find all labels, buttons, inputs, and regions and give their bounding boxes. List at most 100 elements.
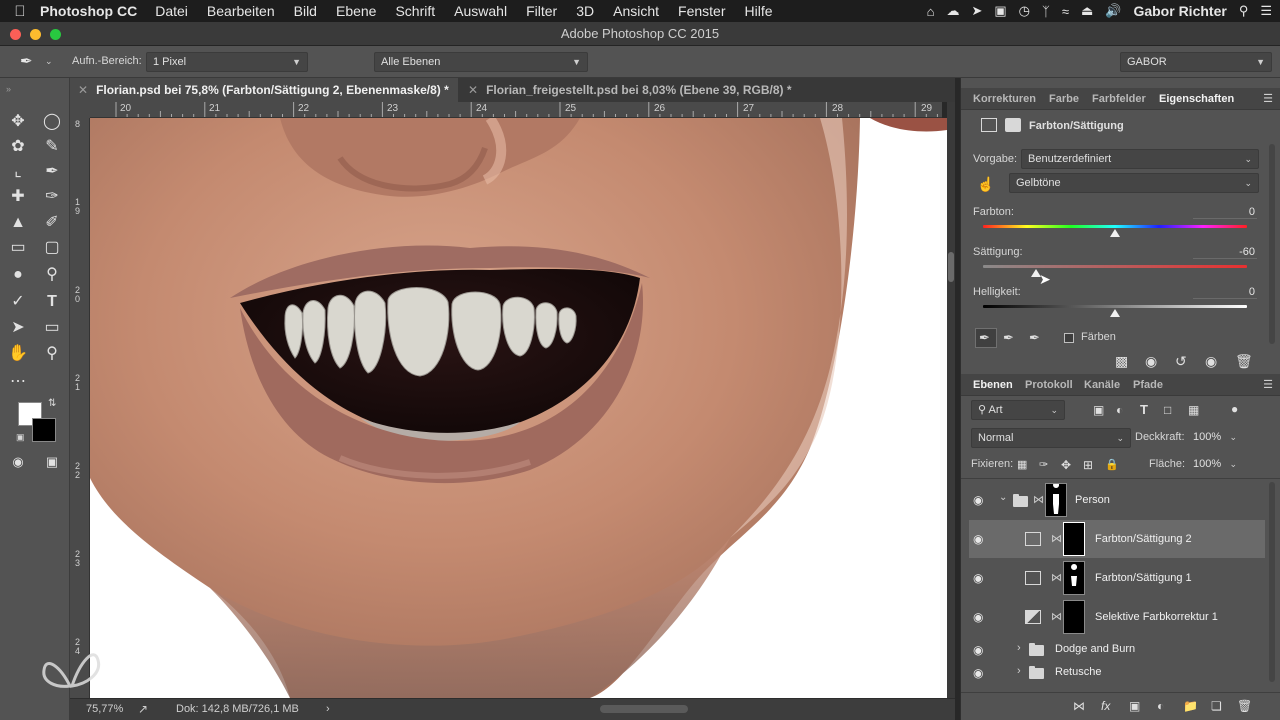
minimize-window-button[interactable]	[30, 29, 41, 40]
document-canvas[interactable]	[90, 118, 947, 698]
time-machine-icon[interactable]: ◷	[1019, 3, 1030, 19]
menu-ebene[interactable]: Ebene	[336, 3, 376, 19]
gradient-tool-icon[interactable]: ▢	[40, 236, 64, 260]
link-icon[interactable]: ⋈	[1033, 493, 1044, 506]
lasso-tool-icon[interactable]: ✿	[6, 135, 30, 159]
filter-shape-layers-icon[interactable]: □	[1164, 401, 1171, 419]
new-layer-icon[interactable]: ❏	[1211, 697, 1222, 715]
chevron-down-icon[interactable]: ⌄	[45, 56, 53, 67]
saturation-value[interactable]: -60	[1193, 246, 1257, 259]
apple-icon[interactable]: 	[0, 3, 40, 20]
menu-auswahl[interactable]: Auswahl	[454, 3, 507, 19]
tab-florian[interactable]: ✕ Florian.psd bei 75,8% (Farbton/Sättigun…	[70, 78, 458, 102]
visibility-eye-icon[interactable]: ◉	[1205, 352, 1217, 370]
horizontal-scrollbar-thumb[interactable]	[600, 705, 688, 713]
layer-row-farbton-saettigung-2[interactable]: ◉ ⋈ Farbton/Sättigung 2	[969, 520, 1265, 558]
link-layers-icon[interactable]: ⋈	[1073, 697, 1085, 715]
menu-datei[interactable]: Datei	[155, 3, 188, 19]
clone-stamp-tool-icon[interactable]: ▲	[6, 211, 30, 235]
menu-bild[interactable]: Bild	[294, 3, 317, 19]
layer-row-farbton-saettigung-1[interactable]: ◉ ⋈ Farbton/Sättigung 1	[969, 559, 1265, 597]
color-range-select[interactable]: Gelbtöne ⌄	[1009, 173, 1259, 193]
background-color-swatch[interactable]	[32, 418, 56, 442]
visibility-eye-icon[interactable]: ◉	[973, 666, 983, 680]
layer-mask-icon[interactable]	[1005, 118, 1021, 132]
close-tab-icon[interactable]: ✕	[78, 83, 88, 97]
filter-type-layers-icon[interactable]: T	[1140, 401, 1148, 419]
dodge-tool-icon[interactable]: ⚲	[40, 263, 64, 287]
trash-icon[interactable]: 🗑	[1235, 352, 1253, 370]
layer-row-person[interactable]: ◉ ⌄ ⋈ Person	[969, 481, 1265, 519]
link-icon[interactable]: ⋈	[1051, 610, 1062, 623]
tab-korrekturen[interactable]: Korrekturen	[973, 88, 1036, 110]
eject-icon[interactable]: ⏏	[1081, 3, 1093, 19]
fx-icon[interactable]: fx	[1101, 697, 1110, 715]
layer-row-retusche[interactable]: ◉ › Retusche	[969, 662, 1265, 684]
filter-toggle-icon[interactable]: ●	[1231, 400, 1238, 418]
lightness-slider-track[interactable]	[983, 305, 1247, 308]
tab-pfade[interactable]: Pfade	[1133, 374, 1163, 396]
cloud-icon[interactable]: ☁	[946, 3, 959, 19]
scrollbar-thumb[interactable]	[948, 252, 954, 282]
bluetooth-icon[interactable]: ᛉ	[1042, 4, 1050, 19]
menu-ansicht[interactable]: Ansicht	[613, 3, 659, 19]
properties-scrollbar[interactable]	[1269, 144, 1275, 344]
collapse-tools-icon[interactable]: »	[6, 84, 11, 94]
menu-fenster[interactable]: Fenster	[678, 3, 725, 19]
zoom-tool-icon[interactable]: ⚲	[40, 342, 64, 366]
blur-tool-icon[interactable]: ●	[6, 263, 30, 287]
eyedropper-tool-preset-icon[interactable]: ✒	[20, 52, 33, 70]
add-mask-icon[interactable]: ▣	[1129, 697, 1140, 715]
pen-tool-icon[interactable]: ✓	[6, 290, 30, 314]
layer-filter-select[interactable]: ⚲ Art ⌄	[971, 400, 1065, 420]
zoom-level[interactable]: 75,77%	[86, 699, 123, 719]
layer-mask-thumbnail[interactable]	[1063, 561, 1085, 595]
panel-menu-icon[interactable]: ☰	[1263, 93, 1273, 105]
clip-to-layer-icon[interactable]: ▩	[1115, 352, 1128, 370]
move-tool-icon[interactable]: ✥	[6, 110, 30, 134]
screen-mode-icon[interactable]: ▣	[40, 450, 64, 474]
menu-schrift[interactable]: Schrift	[395, 3, 435, 19]
tab-protokoll[interactable]: Protokoll	[1025, 374, 1073, 396]
filter-pixel-layers-icon[interactable]: ▣	[1093, 401, 1104, 419]
close-window-button[interactable]	[10, 29, 21, 40]
hue-slider-track[interactable]	[983, 225, 1247, 228]
layer-row-selektive-farbkorrektur-1[interactable]: ◉ ⋈ Selektive Farbkorrektur 1	[969, 598, 1265, 636]
notification-list-icon[interactable]: ☰	[1260, 3, 1272, 19]
link-icon[interactable]: ⋈	[1051, 532, 1062, 545]
visibility-eye-icon[interactable]: ◉	[973, 493, 983, 507]
filter-adjustment-layers-icon[interactable]: ◐	[1116, 401, 1123, 419]
tab-kanaele[interactable]: Kanäle	[1084, 374, 1120, 396]
reset-icon[interactable]: ↺	[1175, 352, 1187, 370]
lock-all-icon[interactable]: 🔒	[1105, 456, 1119, 474]
export-icon[interactable]: ↗	[138, 699, 148, 719]
hue-slider-thumb[interactable]	[1110, 229, 1120, 237]
layer-mask-thumbnail[interactable]	[1063, 600, 1085, 634]
layer-row-dodge-and-burn[interactable]: ◉ › Dodge and Burn	[969, 639, 1265, 661]
canvas-vertical-scrollbar[interactable]	[947, 102, 955, 698]
fill-input[interactable]: 100% ⌄	[1187, 455, 1243, 475]
tab-eigenschaften[interactable]: Eigenschaften	[1159, 88, 1234, 110]
eyedropper-button[interactable]: ✒	[975, 328, 997, 348]
panel-menu-icon[interactable]: ☰	[1263, 379, 1273, 391]
new-group-icon[interactable]: 📁	[1183, 697, 1198, 715]
opacity-input[interactable]: 100% ⌄	[1187, 428, 1243, 448]
spotlight-search-icon[interactable]: ⚲	[1239, 3, 1249, 19]
workspace-select[interactable]: GABOR ▼	[1120, 52, 1272, 72]
user-name[interactable]: Gabor Richter	[1133, 3, 1226, 19]
preset-select[interactable]: Benutzerdefiniert ⌄	[1021, 149, 1259, 169]
saturation-slider-track[interactable]	[983, 265, 1247, 268]
hue-value[interactable]: 0	[1193, 206, 1257, 219]
filter-smart-objects-icon[interactable]: ▦	[1188, 401, 1199, 419]
view-previous-state-icon[interactable]: ◉	[1145, 352, 1157, 370]
tab-florian-freigestellt[interactable]: ✕ Florian_freigestellt.psd bei 8,03% (Ebe…	[460, 78, 880, 102]
group-mask-thumbnail[interactable]	[1045, 482, 1067, 517]
menu-hilfe[interactable]: Hilfe	[745, 3, 773, 19]
wifi-icon[interactable]: ≈	[1062, 4, 1069, 19]
eyedropper-tool-icon[interactable]: ✒	[40, 160, 64, 184]
lightness-value[interactable]: 0	[1193, 286, 1257, 299]
sample-layers-select[interactable]: Alle Ebenen ▼	[374, 52, 588, 72]
menu-bearbeiten[interactable]: Bearbeiten	[207, 3, 275, 19]
visibility-eye-icon[interactable]: ◉	[973, 532, 983, 546]
screen-icon[interactable]: ▣	[994, 3, 1006, 19]
